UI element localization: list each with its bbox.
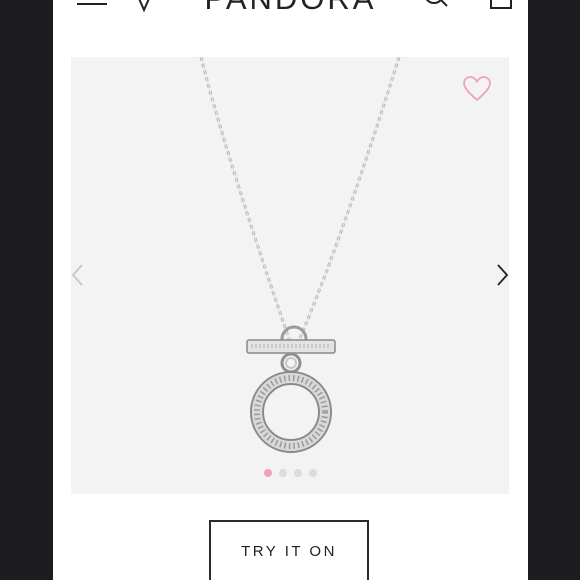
search-icon[interactable] [424, 0, 448, 10]
necklace-product-image [199, 57, 401, 453]
carousel-dot-4[interactable] [308, 469, 317, 477]
carousel-dot-1[interactable] [263, 469, 272, 477]
favorite-heart-icon[interactable] [463, 76, 491, 102]
carousel-dot-3[interactable] [293, 469, 302, 477]
shopping-bag-icon[interactable] [489, 0, 513, 10]
product-image-gallery[interactable] [71, 57, 509, 494]
top-header: PANDORA [53, 0, 528, 16]
carousel-dots [71, 469, 509, 477]
carousel-dot-2[interactable] [278, 469, 287, 477]
brand-logo[interactable]: PANDORA [53, 0, 528, 16]
app-screen: PANDORA [53, 0, 528, 580]
previous-arrow-icon[interactable] [71, 261, 87, 289]
next-arrow-icon[interactable] [495, 261, 509, 289]
try-it-on-button[interactable]: TRY IT ON [209, 520, 369, 580]
